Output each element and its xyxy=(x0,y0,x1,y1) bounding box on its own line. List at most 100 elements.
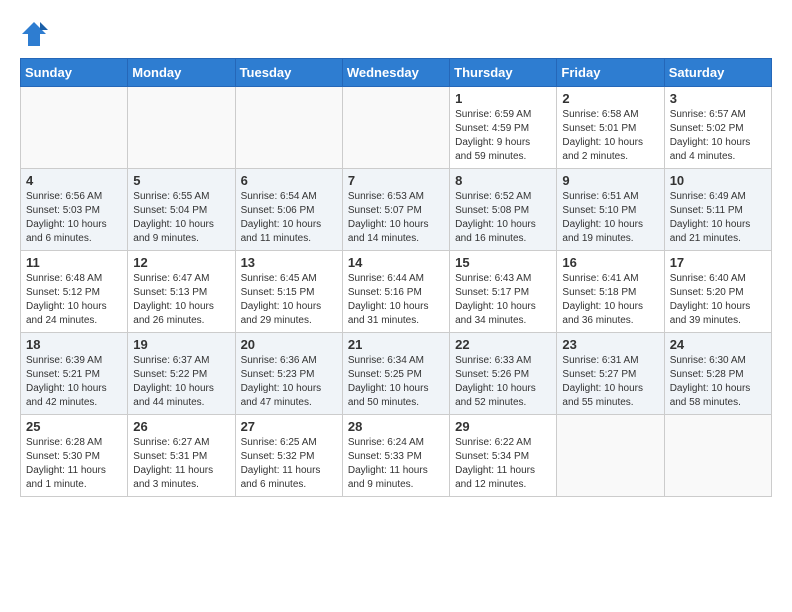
day-info: Sunrise: 6:30 AM Sunset: 5:28 PM Dayligh… xyxy=(670,354,766,410)
calendar-cell: 2 Sunrise: 6:58 AM Sunset: 5:01 PM Daylig… xyxy=(557,87,664,169)
calendar-cell: 22Sunrise: 6:33 AM Sunset: 5:26 PM Dayli… xyxy=(450,333,557,415)
day-number: 7 xyxy=(348,173,444,188)
day-number: 18 xyxy=(26,337,122,352)
calendar-cell xyxy=(342,87,449,169)
day-header-wednesday: Wednesday xyxy=(342,59,449,87)
day-number: 8 xyxy=(455,173,551,188)
day-number: 11 xyxy=(26,255,122,270)
day-info: Sunrise: 6:22 AM Sunset: 5:34 PM Dayligh… xyxy=(455,436,551,492)
calendar: SundayMondayTuesdayWednesdayThursdayFrid… xyxy=(20,58,772,497)
day-info: Sunrise: 6:51 AM Sunset: 5:10 PM Dayligh… xyxy=(562,190,658,246)
day-info: Sunrise: 6:53 AM Sunset: 5:07 PM Dayligh… xyxy=(348,190,444,246)
week-row-2: 4 Sunrise: 6:56 AM Sunset: 5:03 PM Daylig… xyxy=(21,169,772,251)
day-info: Sunrise: 6:41 AM Sunset: 5:18 PM Dayligh… xyxy=(562,272,658,328)
day-info: Sunrise: 6:48 AM Sunset: 5:12 PM Dayligh… xyxy=(26,272,122,328)
week-row-5: 25 Sunrise: 6:28 AM Sunset: 5:30 PM Dayli… xyxy=(21,415,772,497)
day-info: Sunrise: 6:43 AM Sunset: 5:17 PM Dayligh… xyxy=(455,272,551,328)
calendar-cell: 20 Sunrise: 6:36 AM Sunset: 5:23 PM Dayli… xyxy=(235,333,342,415)
calendar-cell: 9 Sunrise: 6:51 AM Sunset: 5:10 PM Daylig… xyxy=(557,169,664,251)
week-row-4: 18 Sunrise: 6:39 AM Sunset: 5:21 PM Dayli… xyxy=(21,333,772,415)
day-info: Sunrise: 6:47 AM Sunset: 5:13 PM Dayligh… xyxy=(133,272,229,328)
day-info: Sunrise: 6:40 AM Sunset: 5:20 PM Dayligh… xyxy=(670,272,766,328)
day-number: 21 xyxy=(348,337,444,352)
calendar-cell: 28 Sunrise: 6:24 AM Sunset: 5:33 PM Dayli… xyxy=(342,415,449,497)
day-info: Sunrise: 6:31 AM Sunset: 5:27 PM Dayligh… xyxy=(562,354,658,410)
calendar-cell xyxy=(21,87,128,169)
calendar-cell: 18 Sunrise: 6:39 AM Sunset: 5:21 PM Dayli… xyxy=(21,333,128,415)
week-row-3: 11 Sunrise: 6:48 AM Sunset: 5:12 PM Dayli… xyxy=(21,251,772,333)
day-info: Sunrise: 6:27 AM Sunset: 5:31 PM Dayligh… xyxy=(133,436,229,492)
day-info: Sunrise: 6:36 AM Sunset: 5:23 PM Dayligh… xyxy=(241,354,337,410)
header xyxy=(20,20,772,48)
day-number: 10 xyxy=(670,173,766,188)
day-number: 20 xyxy=(241,337,337,352)
day-header-friday: Friday xyxy=(557,59,664,87)
calendar-cell: 8 Sunrise: 6:52 AM Sunset: 5:08 PM Daylig… xyxy=(450,169,557,251)
day-number: 14 xyxy=(348,255,444,270)
day-header-sunday: Sunday xyxy=(21,59,128,87)
calendar-cell: 25 Sunrise: 6:28 AM Sunset: 5:30 PM Dayli… xyxy=(21,415,128,497)
week-row-1: 1Sunrise: 6:59 AM Sunset: 4:59 PM Daylig… xyxy=(21,87,772,169)
day-number: 24 xyxy=(670,337,766,352)
calendar-cell: 13 Sunrise: 6:45 AM Sunset: 5:15 PM Dayli… xyxy=(235,251,342,333)
calendar-cell xyxy=(235,87,342,169)
day-info: Sunrise: 6:37 AM Sunset: 5:22 PM Dayligh… xyxy=(133,354,229,410)
day-number: 6 xyxy=(241,173,337,188)
day-info: Sunrise: 6:59 AM Sunset: 4:59 PM Dayligh… xyxy=(455,108,551,164)
calendar-cell: 15 Sunrise: 6:43 AM Sunset: 5:17 PM Dayli… xyxy=(450,251,557,333)
day-number: 27 xyxy=(241,419,337,434)
day-info: Sunrise: 6:58 AM Sunset: 5:01 PM Dayligh… xyxy=(562,108,658,164)
day-header-monday: Monday xyxy=(128,59,235,87)
logo-icon xyxy=(20,20,48,48)
day-info: Sunrise: 6:56 AM Sunset: 5:03 PM Dayligh… xyxy=(26,190,122,246)
day-number: 22 xyxy=(455,337,551,352)
day-header-thursday: Thursday xyxy=(450,59,557,87)
day-info: Sunrise: 6:28 AM Sunset: 5:30 PM Dayligh… xyxy=(26,436,122,492)
calendar-cell: 1Sunrise: 6:59 AM Sunset: 4:59 PM Daylig… xyxy=(450,87,557,169)
calendar-cell: 24 Sunrise: 6:30 AM Sunset: 5:28 PM Dayli… xyxy=(664,333,771,415)
calendar-cell: 4 Sunrise: 6:56 AM Sunset: 5:03 PM Daylig… xyxy=(21,169,128,251)
day-number: 12 xyxy=(133,255,229,270)
calendar-cell: 11 Sunrise: 6:48 AM Sunset: 5:12 PM Dayli… xyxy=(21,251,128,333)
day-number: 3 xyxy=(670,91,766,106)
logo xyxy=(20,20,52,48)
day-info: Sunrise: 6:39 AM Sunset: 5:21 PM Dayligh… xyxy=(26,354,122,410)
day-number: 9 xyxy=(562,173,658,188)
day-header-tuesday: Tuesday xyxy=(235,59,342,87)
day-number: 2 xyxy=(562,91,658,106)
calendar-cell xyxy=(557,415,664,497)
calendar-cell: 29Sunrise: 6:22 AM Sunset: 5:34 PM Dayli… xyxy=(450,415,557,497)
calendar-cell: 14Sunrise: 6:44 AM Sunset: 5:16 PM Dayli… xyxy=(342,251,449,333)
calendar-cell: 17 Sunrise: 6:40 AM Sunset: 5:20 PM Dayli… xyxy=(664,251,771,333)
day-info: Sunrise: 6:24 AM Sunset: 5:33 PM Dayligh… xyxy=(348,436,444,492)
day-info: Sunrise: 6:57 AM Sunset: 5:02 PM Dayligh… xyxy=(670,108,766,164)
calendar-cell: 19 Sunrise: 6:37 AM Sunset: 5:22 PM Dayli… xyxy=(128,333,235,415)
day-number: 19 xyxy=(133,337,229,352)
days-header-row: SundayMondayTuesdayWednesdayThursdayFrid… xyxy=(21,59,772,87)
day-number: 25 xyxy=(26,419,122,434)
calendar-cell: 26 Sunrise: 6:27 AM Sunset: 5:31 PM Dayli… xyxy=(128,415,235,497)
day-number: 15 xyxy=(455,255,551,270)
day-info: Sunrise: 6:54 AM Sunset: 5:06 PM Dayligh… xyxy=(241,190,337,246)
day-number: 17 xyxy=(670,255,766,270)
calendar-cell: 10Sunrise: 6:49 AM Sunset: 5:11 PM Dayli… xyxy=(664,169,771,251)
day-info: Sunrise: 6:52 AM Sunset: 5:08 PM Dayligh… xyxy=(455,190,551,246)
calendar-cell: 27 Sunrise: 6:25 AM Sunset: 5:32 PM Dayli… xyxy=(235,415,342,497)
calendar-cell: 5 Sunrise: 6:55 AM Sunset: 5:04 PM Daylig… xyxy=(128,169,235,251)
day-number: 26 xyxy=(133,419,229,434)
day-number: 4 xyxy=(26,173,122,188)
calendar-cell xyxy=(128,87,235,169)
day-info: Sunrise: 6:34 AM Sunset: 5:25 PM Dayligh… xyxy=(348,354,444,410)
day-info: Sunrise: 6:25 AM Sunset: 5:32 PM Dayligh… xyxy=(241,436,337,492)
calendar-cell: 23 Sunrise: 6:31 AM Sunset: 5:27 PM Dayli… xyxy=(557,333,664,415)
day-info: Sunrise: 6:55 AM Sunset: 5:04 PM Dayligh… xyxy=(133,190,229,246)
calendar-cell xyxy=(664,415,771,497)
day-number: 13 xyxy=(241,255,337,270)
day-number: 5 xyxy=(133,173,229,188)
calendar-cell: 12 Sunrise: 6:47 AM Sunset: 5:13 PM Dayli… xyxy=(128,251,235,333)
day-number: 23 xyxy=(562,337,658,352)
day-number: 28 xyxy=(348,419,444,434)
day-header-saturday: Saturday xyxy=(664,59,771,87)
calendar-cell: 6 Sunrise: 6:54 AM Sunset: 5:06 PM Daylig… xyxy=(235,169,342,251)
day-info: Sunrise: 6:45 AM Sunset: 5:15 PM Dayligh… xyxy=(241,272,337,328)
